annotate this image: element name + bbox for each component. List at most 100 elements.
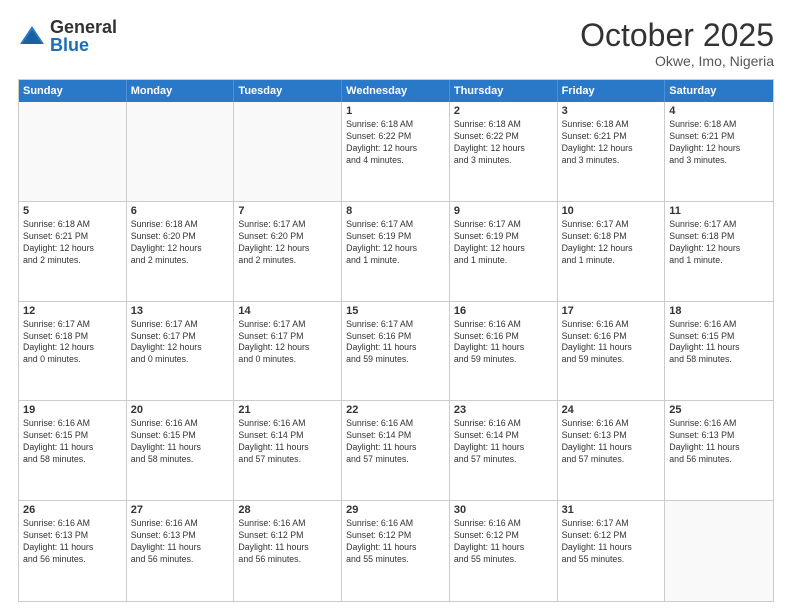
calendar-header-cell: Friday	[558, 80, 666, 102]
day-info: Sunrise: 6:17 AM Sunset: 6:17 PM Dayligh…	[131, 319, 230, 367]
calendar-header-cell: Thursday	[450, 80, 558, 102]
day-number: 7	[238, 205, 337, 217]
day-number: 5	[23, 205, 122, 217]
day-number: 11	[669, 205, 769, 217]
day-number: 22	[346, 404, 445, 416]
day-number: 8	[346, 205, 445, 217]
day-info: Sunrise: 6:16 AM Sunset: 6:13 PM Dayligh…	[562, 418, 661, 466]
day-number: 2	[454, 105, 553, 117]
day-number: 6	[131, 205, 230, 217]
calendar-cell: 5 Sunrise: 6:18 AM Sunset: 6:21 PM Daylig…	[19, 202, 127, 301]
day-number: 18	[669, 305, 769, 317]
day-number: 29	[346, 504, 445, 516]
day-number: 23	[454, 404, 553, 416]
day-info: Sunrise: 6:16 AM Sunset: 6:12 PM Dayligh…	[238, 518, 337, 566]
calendar-cell: 18Sunrise: 6:16 AM Sunset: 6:15 PM Dayli…	[665, 302, 773, 401]
location: Okwe, Imo, Nigeria	[580, 53, 774, 69]
calendar-cell: 20 Sunrise: 6:16 AM Sunset: 6:15 PM Dayli…	[127, 401, 235, 500]
calendar-header-cell: Wednesday	[342, 80, 450, 102]
day-info: Sunrise: 6:17 AM Sunset: 6:19 PM Dayligh…	[454, 219, 553, 267]
calendar-cell: 30Sunrise: 6:16 AM Sunset: 6:12 PM Dayli…	[450, 501, 558, 601]
logo-icon	[18, 22, 46, 50]
calendar-week: 12 Sunrise: 6:17 AM Sunset: 6:18 PM Dayli…	[19, 302, 773, 402]
logo: General Blue	[18, 18, 117, 54]
day-number: 20	[131, 404, 230, 416]
calendar-cell: 25Sunrise: 6:16 AM Sunset: 6:13 PM Dayli…	[665, 401, 773, 500]
calendar-cell	[127, 102, 235, 201]
day-number: 10	[562, 205, 661, 217]
day-info: Sunrise: 6:18 AM Sunset: 6:20 PM Dayligh…	[131, 219, 230, 267]
day-info: Sunrise: 6:17 AM Sunset: 6:20 PM Dayligh…	[238, 219, 337, 267]
day-info: Sunrise: 6:17 AM Sunset: 6:19 PM Dayligh…	[346, 219, 445, 267]
calendar-cell	[665, 501, 773, 601]
calendar-week: 26 Sunrise: 6:16 AM Sunset: 6:13 PM Dayli…	[19, 501, 773, 601]
day-info: Sunrise: 6:17 AM Sunset: 6:12 PM Dayligh…	[562, 518, 661, 566]
day-info: Sunrise: 6:17 AM Sunset: 6:18 PM Dayligh…	[669, 219, 769, 267]
day-info: Sunrise: 6:16 AM Sunset: 6:15 PM Dayligh…	[131, 418, 230, 466]
calendar-cell: 16Sunrise: 6:16 AM Sunset: 6:16 PM Dayli…	[450, 302, 558, 401]
day-number: 4	[669, 105, 769, 117]
calendar-cell: 9Sunrise: 6:17 AM Sunset: 6:19 PM Daylig…	[450, 202, 558, 301]
day-info: Sunrise: 6:18 AM Sunset: 6:21 PM Dayligh…	[23, 219, 122, 267]
calendar-body: 1 Sunrise: 6:18 AM Sunset: 6:22 PM Daylig…	[19, 102, 773, 601]
calendar-cell: 14Sunrise: 6:17 AM Sunset: 6:17 PM Dayli…	[234, 302, 342, 401]
day-info: Sunrise: 6:18 AM Sunset: 6:21 PM Dayligh…	[562, 119, 661, 167]
calendar-cell: 1 Sunrise: 6:18 AM Sunset: 6:22 PM Daylig…	[342, 102, 450, 201]
calendar-cell: 4 Sunrise: 6:18 AM Sunset: 6:21 PM Daylig…	[665, 102, 773, 201]
title-block: October 2025 Okwe, Imo, Nigeria	[580, 18, 774, 69]
day-number: 27	[131, 504, 230, 516]
day-number: 28	[238, 504, 337, 516]
day-info: Sunrise: 6:16 AM Sunset: 6:14 PM Dayligh…	[454, 418, 553, 466]
calendar-cell: 8 Sunrise: 6:17 AM Sunset: 6:19 PM Daylig…	[342, 202, 450, 301]
calendar-cell: 19 Sunrise: 6:16 AM Sunset: 6:15 PM Dayli…	[19, 401, 127, 500]
calendar-cell: 26 Sunrise: 6:16 AM Sunset: 6:13 PM Dayli…	[19, 501, 127, 601]
day-number: 3	[562, 105, 661, 117]
day-info: Sunrise: 6:16 AM Sunset: 6:12 PM Dayligh…	[346, 518, 445, 566]
day-number: 30	[454, 504, 553, 516]
calendar-week: 19 Sunrise: 6:16 AM Sunset: 6:15 PM Dayli…	[19, 401, 773, 501]
calendar-cell: 27Sunrise: 6:16 AM Sunset: 6:13 PM Dayli…	[127, 501, 235, 601]
day-info: Sunrise: 6:16 AM Sunset: 6:16 PM Dayligh…	[454, 319, 553, 367]
day-info: Sunrise: 6:16 AM Sunset: 6:15 PM Dayligh…	[23, 418, 122, 466]
day-info: Sunrise: 6:18 AM Sunset: 6:22 PM Dayligh…	[346, 119, 445, 167]
logo-blue: Blue	[50, 36, 117, 54]
calendar-cell: 12 Sunrise: 6:17 AM Sunset: 6:18 PM Dayli…	[19, 302, 127, 401]
day-info: Sunrise: 6:17 AM Sunset: 6:18 PM Dayligh…	[562, 219, 661, 267]
calendar-cell: 15Sunrise: 6:17 AM Sunset: 6:16 PM Dayli…	[342, 302, 450, 401]
logo-text: General Blue	[50, 18, 117, 54]
calendar-week: 5 Sunrise: 6:18 AM Sunset: 6:21 PM Daylig…	[19, 202, 773, 302]
calendar-header-cell: Saturday	[665, 80, 773, 102]
calendar-cell: 21Sunrise: 6:16 AM Sunset: 6:14 PM Dayli…	[234, 401, 342, 500]
day-info: Sunrise: 6:16 AM Sunset: 6:14 PM Dayligh…	[238, 418, 337, 466]
calendar-cell: 10 Sunrise: 6:17 AM Sunset: 6:18 PM Dayli…	[558, 202, 666, 301]
calendar-cell: 2 Sunrise: 6:18 AM Sunset: 6:22 PM Daylig…	[450, 102, 558, 201]
header: General Blue October 2025 Okwe, Imo, Nig…	[18, 18, 774, 69]
day-number: 14	[238, 305, 337, 317]
day-number: 13	[131, 305, 230, 317]
day-info: Sunrise: 6:16 AM Sunset: 6:14 PM Dayligh…	[346, 418, 445, 466]
logo-general: General	[50, 18, 117, 36]
calendar-cell: 24Sunrise: 6:16 AM Sunset: 6:13 PM Dayli…	[558, 401, 666, 500]
calendar-cell: 23 Sunrise: 6:16 AM Sunset: 6:14 PM Dayli…	[450, 401, 558, 500]
day-number: 12	[23, 305, 122, 317]
calendar: SundayMondayTuesdayWednesdayThursdayFrid…	[18, 79, 774, 602]
calendar-week: 1 Sunrise: 6:18 AM Sunset: 6:22 PM Daylig…	[19, 102, 773, 202]
calendar-cell: 6 Sunrise: 6:18 AM Sunset: 6:20 PM Daylig…	[127, 202, 235, 301]
day-info: Sunrise: 6:18 AM Sunset: 6:21 PM Dayligh…	[669, 119, 769, 167]
calendar-cell: 3 Sunrise: 6:18 AM Sunset: 6:21 PM Daylig…	[558, 102, 666, 201]
calendar-cell: 13 Sunrise: 6:17 AM Sunset: 6:17 PM Dayli…	[127, 302, 235, 401]
day-number: 25	[669, 404, 769, 416]
month-title: October 2025	[580, 18, 774, 53]
day-number: 1	[346, 105, 445, 117]
day-number: 26	[23, 504, 122, 516]
calendar-cell: 22 Sunrise: 6:16 AM Sunset: 6:14 PM Dayli…	[342, 401, 450, 500]
calendar-cell: 7 Sunrise: 6:17 AM Sunset: 6:20 PM Daylig…	[234, 202, 342, 301]
calendar-cell: 31Sunrise: 6:17 AM Sunset: 6:12 PM Dayli…	[558, 501, 666, 601]
day-info: Sunrise: 6:16 AM Sunset: 6:13 PM Dayligh…	[23, 518, 122, 566]
day-number: 19	[23, 404, 122, 416]
calendar-cell: 11 Sunrise: 6:17 AM Sunset: 6:18 PM Dayli…	[665, 202, 773, 301]
day-info: Sunrise: 6:17 AM Sunset: 6:18 PM Dayligh…	[23, 319, 122, 367]
calendar-cell: 28 Sunrise: 6:16 AM Sunset: 6:12 PM Dayli…	[234, 501, 342, 601]
day-info: Sunrise: 6:18 AM Sunset: 6:22 PM Dayligh…	[454, 119, 553, 167]
page: General Blue October 2025 Okwe, Imo, Nig…	[0, 0, 792, 612]
